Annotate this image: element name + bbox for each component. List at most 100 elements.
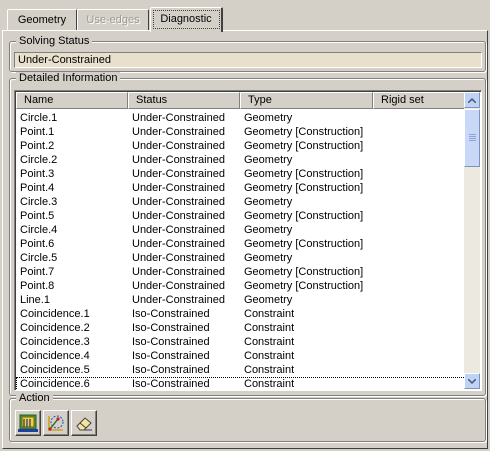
row-type-cell: Constraint xyxy=(244,378,295,390)
scroll-down-button[interactable] xyxy=(464,373,480,389)
table-row[interactable]: Circle.5 Under-Constrained Geometry xyxy=(16,251,466,265)
table-row[interactable]: Coincidence.6 Iso-Constrained Constraint xyxy=(16,377,466,390)
table-row[interactable]: Line.1 Under-Constrained Geometry xyxy=(16,293,466,307)
row-name-cell: Point.8 xyxy=(20,280,55,292)
row-type-cell: Constraint xyxy=(244,336,295,348)
row-status-cell: Under-Constrained xyxy=(132,210,225,222)
tab-diagnostic[interactable]: Diagnostic xyxy=(150,7,223,32)
table-row[interactable]: Circle.2 Under-Constrained Geometry xyxy=(16,153,466,167)
table-row[interactable]: Point.5 Under-Constrained Geometry [Constr… xyxy=(16,209,466,223)
table-row[interactable]: Coincidence.2 Iso-Constrained Constraint xyxy=(16,321,466,335)
eraser-button[interactable] xyxy=(71,410,97,436)
row-type-cell: Constraint xyxy=(244,308,295,320)
row-status-cell: Under-Constrained xyxy=(132,238,225,250)
row-name-cell: Circle.3 xyxy=(20,196,58,208)
row-name-cell: Coincidence.2 xyxy=(20,322,90,334)
scroll-up-button[interactable] xyxy=(464,92,480,108)
row-type-cell: Geometry [Construction] xyxy=(244,182,364,194)
row-name-cell: Point.7 xyxy=(20,266,55,278)
column-header-type[interactable]: Type xyxy=(240,92,373,109)
multi-select-icon xyxy=(48,415,64,431)
chevron-down-icon xyxy=(468,378,476,384)
row-status-cell: Under-Constrained xyxy=(132,140,225,152)
column-header-status[interactable]: Status xyxy=(128,92,240,109)
table-row[interactable]: Circle.4 Under-Constrained Geometry xyxy=(16,223,466,237)
row-name-cell: Coincidence.1 xyxy=(20,308,90,320)
row-status-cell: Under-Constrained xyxy=(132,252,225,264)
row-name-cell: Point.3 xyxy=(20,168,55,180)
select-elements-button[interactable] xyxy=(15,410,41,436)
table-row[interactable]: Point.6 Under-Constrained Geometry [Constr… xyxy=(16,237,466,251)
table-row[interactable]: Circle.1 Under-Constrained Geometry xyxy=(16,111,466,125)
row-type-cell: Geometry xyxy=(244,196,293,208)
row-name-cell: Point.4 xyxy=(20,182,55,194)
row-name-cell: Coincidence.3 xyxy=(20,336,90,348)
column-header-name[interactable]: Name xyxy=(16,92,128,109)
row-type-cell: Geometry xyxy=(244,112,293,124)
row-name-cell: Line.1 xyxy=(20,294,50,306)
row-status-cell: Under-Constrained xyxy=(132,280,225,292)
row-type-cell: Geometry xyxy=(244,154,293,166)
table-row[interactable]: Circle.3 Under-Constrained Geometry xyxy=(16,195,466,209)
row-status-cell: Under-Constrained xyxy=(132,168,225,180)
row-status-cell: Iso-Constrained xyxy=(132,336,210,348)
multi-select-button[interactable] xyxy=(43,410,69,436)
table-row[interactable]: Coincidence.5 Iso-Constrained Constraint xyxy=(16,363,466,377)
row-type-cell: Geometry [Construction] xyxy=(244,140,364,152)
tab-strip: Geometry Use-edges Diagnostic xyxy=(0,0,490,32)
table-row[interactable]: Point.1 Under-Constrained Geometry [Constr… xyxy=(16,125,466,139)
row-status-cell: Iso-Constrained xyxy=(132,364,210,376)
list-header: Name Status Type Rigid set xyxy=(16,92,466,109)
row-name-cell: Circle.2 xyxy=(20,154,58,166)
row-name-cell: Coincidence.6 xyxy=(20,378,90,390)
row-name-cell: Circle.1 xyxy=(20,112,58,124)
table-row[interactable]: Coincidence.3 Iso-Constrained Constraint xyxy=(16,335,466,349)
vertical-scrollbar[interactable] xyxy=(464,92,480,389)
row-status-cell: Iso-Constrained xyxy=(132,378,210,390)
row-status-cell: Iso-Constrained xyxy=(132,350,210,362)
row-status-cell: Under-Constrained xyxy=(132,196,225,208)
column-header-rigid-set[interactable]: Rigid set xyxy=(373,92,466,109)
chevron-up-icon xyxy=(468,97,476,103)
table-row[interactable]: Point.8 Under-Constrained Geometry [Constr… xyxy=(16,279,466,293)
row-name-cell: Circle.4 xyxy=(20,224,58,236)
detailed-information-title: Detailed Information xyxy=(16,72,121,85)
row-name-cell: Coincidence.5 xyxy=(20,364,90,376)
row-type-cell: Constraint xyxy=(244,350,295,362)
scroll-thumb[interactable] xyxy=(464,109,480,167)
row-type-cell: Geometry [Construction] xyxy=(244,280,364,292)
row-status-cell: Under-Constrained xyxy=(132,112,225,124)
row-name-cell: Point.2 xyxy=(20,140,55,152)
row-name-cell: Coincidence.4 xyxy=(20,350,90,362)
action-title: Action xyxy=(16,392,53,405)
select-elements-icon xyxy=(18,414,38,432)
detail-list[interactable]: Name Status Type Rigid set Circle.1 Under… xyxy=(14,90,482,391)
row-name-cell: Point.6 xyxy=(20,238,55,250)
row-type-cell: Geometry [Construction] xyxy=(244,126,364,138)
table-row[interactable]: Point.2 Under-Constrained Geometry [Constr… xyxy=(16,139,466,153)
eraser-icon xyxy=(76,417,92,431)
tab-geometry[interactable]: Geometry xyxy=(7,9,77,31)
row-type-cell: Geometry [Construction] xyxy=(244,210,364,222)
list-rows: Circle.1 Under-Constrained Geometry Point.1… xyxy=(16,111,466,390)
table-row[interactable]: Point.3 Under-Constrained Geometry [Constr… xyxy=(16,167,466,181)
tab-use-edges[interactable]: Use-edges xyxy=(77,9,149,31)
row-status-cell: Under-Constrained xyxy=(132,154,225,166)
row-type-cell: Geometry [Construction] xyxy=(244,168,364,180)
solving-status-value: Under-Constrained xyxy=(14,52,482,68)
row-status-cell: Under-Constrained xyxy=(132,266,225,278)
table-row[interactable]: Coincidence.1 Iso-Constrained Constraint xyxy=(16,307,466,321)
row-type-cell: Geometry [Construction] xyxy=(244,238,364,250)
row-status-cell: Iso-Constrained xyxy=(132,322,210,334)
row-status-cell: Under-Constrained xyxy=(132,294,225,306)
table-row[interactable]: Point.7 Under-Constrained Geometry [Constr… xyxy=(16,265,466,279)
row-name-cell: Point.5 xyxy=(20,210,55,222)
row-status-cell: Under-Constrained xyxy=(132,182,225,194)
row-type-cell: Geometry xyxy=(244,294,293,306)
table-row[interactable]: Coincidence.4 Iso-Constrained Constraint xyxy=(16,349,466,363)
table-row[interactable]: Point.4 Under-Constrained Geometry [Constr… xyxy=(16,181,466,195)
row-type-cell: Constraint xyxy=(244,364,295,376)
row-status-cell: Under-Constrained xyxy=(132,126,225,138)
row-type-cell: Geometry [Construction] xyxy=(244,266,364,278)
row-status-cell: Iso-Constrained xyxy=(132,308,210,320)
